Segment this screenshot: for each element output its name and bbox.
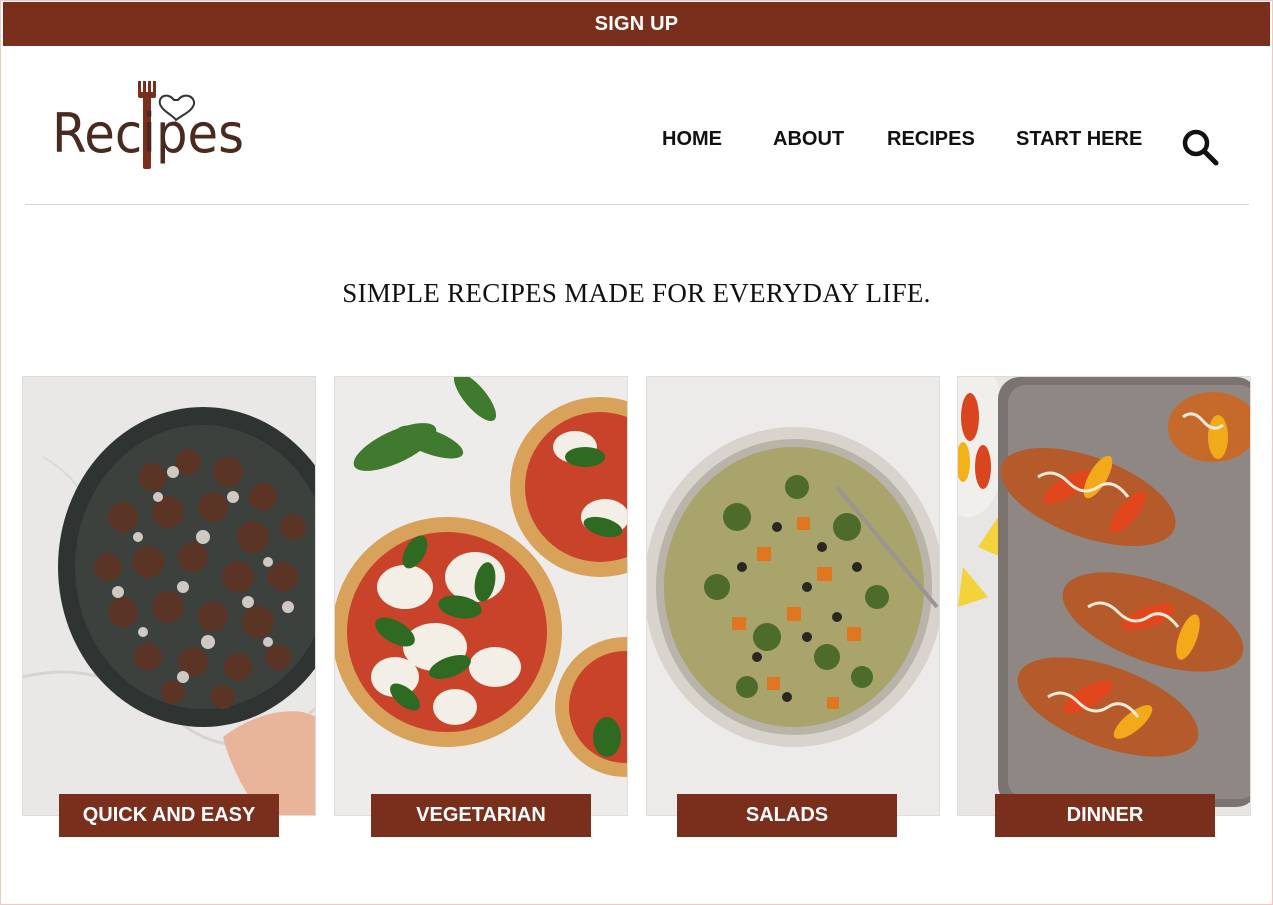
- search-icon[interactable]: [1180, 127, 1220, 167]
- puppy-chow-image: [23, 377, 315, 815]
- basil-pizza-image: [335, 377, 627, 815]
- category-card-dinner[interactable]: [957, 376, 1251, 816]
- header-divider: [25, 204, 1249, 205]
- nav-recipes[interactable]: RECIPES: [887, 128, 975, 151]
- category-card-vegetarian[interactable]: [334, 376, 628, 816]
- hero-tagline: SIMPLE RECIPES MADE FOR EVERYDAY LIFE.: [342, 278, 931, 308]
- category-card-quick-and-easy[interactable]: [22, 376, 316, 816]
- category-card-salads[interactable]: [646, 376, 940, 816]
- quinoa-salad-image: [647, 377, 939, 815]
- nav-about[interactable]: ABOUT: [773, 128, 844, 151]
- sausage-peppers-image: [958, 377, 1250, 815]
- signup-bar[interactable]: SIGN UP: [3, 2, 1270, 46]
- category-label-vegetarian[interactable]: VEGETARIAN: [371, 794, 591, 837]
- logo-text: Recipes: [52, 102, 244, 165]
- site-logo[interactable]: Recipes: [50, 78, 250, 173]
- category-label-dinner[interactable]: DINNER: [995, 794, 1215, 837]
- signup-label: SIGN UP: [594, 12, 679, 35]
- nav-start-here[interactable]: START HERE: [1016, 128, 1142, 151]
- category-label-salads[interactable]: SALADS: [677, 794, 897, 837]
- nav-home[interactable]: HOME: [662, 128, 722, 151]
- category-label-quick-and-easy[interactable]: QUICK AND EASY: [59, 794, 279, 837]
